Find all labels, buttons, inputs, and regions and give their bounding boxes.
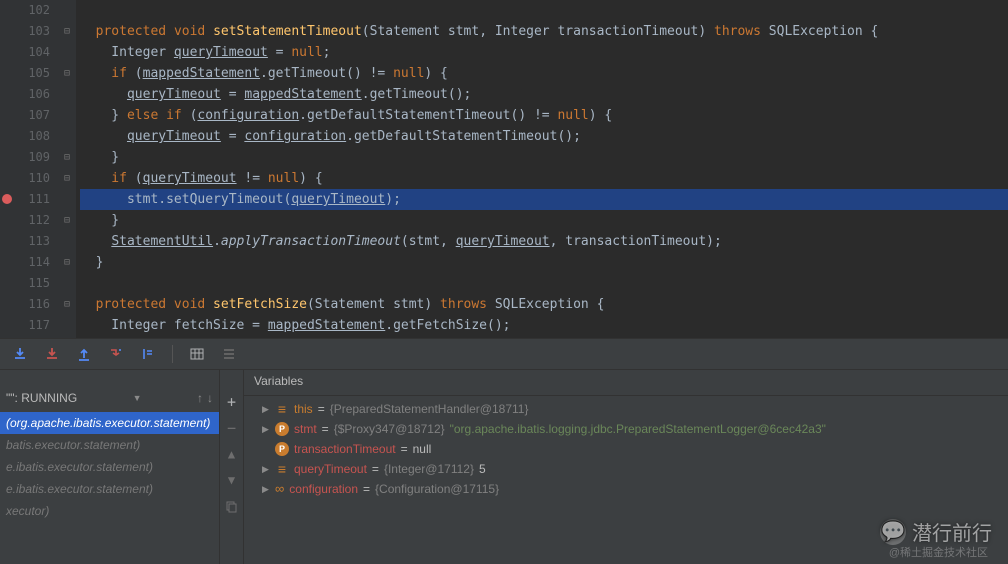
- object-icon: ≡: [275, 462, 289, 476]
- line-number: 110: [0, 168, 50, 189]
- expand-icon[interactable]: ▶: [262, 399, 270, 419]
- line-number: 109: [0, 147, 50, 168]
- upload-icon[interactable]: [76, 346, 92, 362]
- expand-icon[interactable]: ▶: [262, 419, 270, 439]
- line-number: 117: [0, 315, 50, 336]
- line-number: 113: [0, 231, 50, 252]
- object-icon: ≡: [275, 402, 289, 416]
- up-icon[interactable]: ▲: [224, 446, 240, 462]
- table-icon[interactable]: [189, 346, 205, 362]
- thread-selector[interactable]: "": RUNNING ▼ ↑ ↓: [0, 384, 219, 412]
- watermark-sub: @稀土掘金技术社区: [889, 544, 988, 560]
- stack-frame[interactable]: e.ibatis.executor.statement): [0, 478, 219, 500]
- line-number-breakpoint[interactable]: 111: [0, 189, 50, 210]
- variable-row[interactable]: P transactionTimeout = null: [248, 439, 1004, 459]
- line-number: 108: [0, 126, 50, 147]
- debug-panel: "": RUNNING ▼ ↑ ↓ (org.apache.ibatis.exe…: [0, 370, 1008, 564]
- variable-row[interactable]: ▶ ≡ this = {PreparedStatementHandler@187…: [248, 399, 1004, 419]
- line-number: 104: [0, 42, 50, 63]
- line-number: 115: [0, 273, 50, 294]
- line-number: 112: [0, 210, 50, 231]
- download-red-icon[interactable]: [44, 346, 60, 362]
- variables-header: Variables: [244, 370, 1008, 396]
- current-execution-line: stmt.setQueryTimeout(queryTimeout);: [80, 189, 1008, 210]
- step-icon[interactable]: [108, 346, 124, 362]
- add-watch-icon[interactable]: +: [224, 394, 240, 410]
- expand-icon[interactable]: ▶: [262, 459, 270, 479]
- link-icon: ∞: [275, 479, 284, 499]
- copy-icon[interactable]: [224, 498, 240, 514]
- next-frame-icon[interactable]: ↓: [207, 391, 213, 405]
- fold-icon[interactable]: ⊟: [58, 210, 76, 231]
- variable-row[interactable]: ▶ P stmt = {$Proxy347@18712} "org.apache…: [248, 419, 1004, 439]
- debug-toolbar: [0, 338, 1008, 370]
- breakpoint-icon[interactable]: [2, 194, 12, 204]
- vars-toolbar: + − ▲ ▼: [220, 370, 244, 564]
- line-number: 103: [0, 21, 50, 42]
- expand-icon[interactable]: ▶: [262, 479, 270, 499]
- variables-panel: Variables ▶ ≡ this = {PreparedStatementH…: [244, 370, 1008, 564]
- line-number: 105: [0, 63, 50, 84]
- line-gutter: 102 103 104 105 106 107 108 109 110 111 …: [0, 0, 58, 338]
- stack-frame[interactable]: e.ibatis.executor.statement): [0, 456, 219, 478]
- line-number: 116: [0, 294, 50, 315]
- line-number: 114: [0, 252, 50, 273]
- frames-panel: "": RUNNING ▼ ↑ ↓ (org.apache.ibatis.exe…: [0, 370, 220, 564]
- fold-icon[interactable]: ⊟: [58, 252, 76, 273]
- cursor-icon[interactable]: [140, 346, 156, 362]
- fold-icon[interactable]: ⊟: [58, 147, 76, 168]
- fold-gutter: ⊟ ⊟ ⊟ ⊟ ⊟ ⊟ ⊟: [58, 0, 76, 338]
- line-number: 107: [0, 105, 50, 126]
- fold-icon[interactable]: ⊟: [58, 21, 76, 42]
- stack-frame[interactable]: xecutor): [0, 500, 219, 522]
- fold-icon[interactable]: ⊟: [58, 168, 76, 189]
- param-icon: P: [275, 442, 289, 456]
- variable-row[interactable]: ▶ ∞ configuration = {Configuration@17115…: [248, 479, 1004, 499]
- code-body[interactable]: protected void setStatementTimeout(State…: [76, 0, 1008, 338]
- line-number: 102: [0, 0, 50, 21]
- fold-icon[interactable]: ⊟: [58, 63, 76, 84]
- line-number: 106: [0, 84, 50, 105]
- code-editor[interactable]: 102 103 104 105 106 107 108 109 110 111 …: [0, 0, 1008, 338]
- stack-frame[interactable]: batis.executor.statement): [0, 434, 219, 456]
- stack-frame[interactable]: (org.apache.ibatis.executor.statement): [0, 412, 219, 434]
- prev-frame-icon[interactable]: ↑: [197, 391, 203, 405]
- list-icon[interactable]: [221, 346, 237, 362]
- down-icon[interactable]: ▼: [224, 472, 240, 488]
- fold-icon[interactable]: ⊟: [58, 294, 76, 315]
- param-icon: P: [275, 422, 289, 436]
- remove-watch-icon[interactable]: −: [224, 420, 240, 436]
- download-icon[interactable]: [12, 346, 28, 362]
- variable-row[interactable]: ▶ ≡ queryTimeout = {Integer@17112} 5: [248, 459, 1004, 479]
